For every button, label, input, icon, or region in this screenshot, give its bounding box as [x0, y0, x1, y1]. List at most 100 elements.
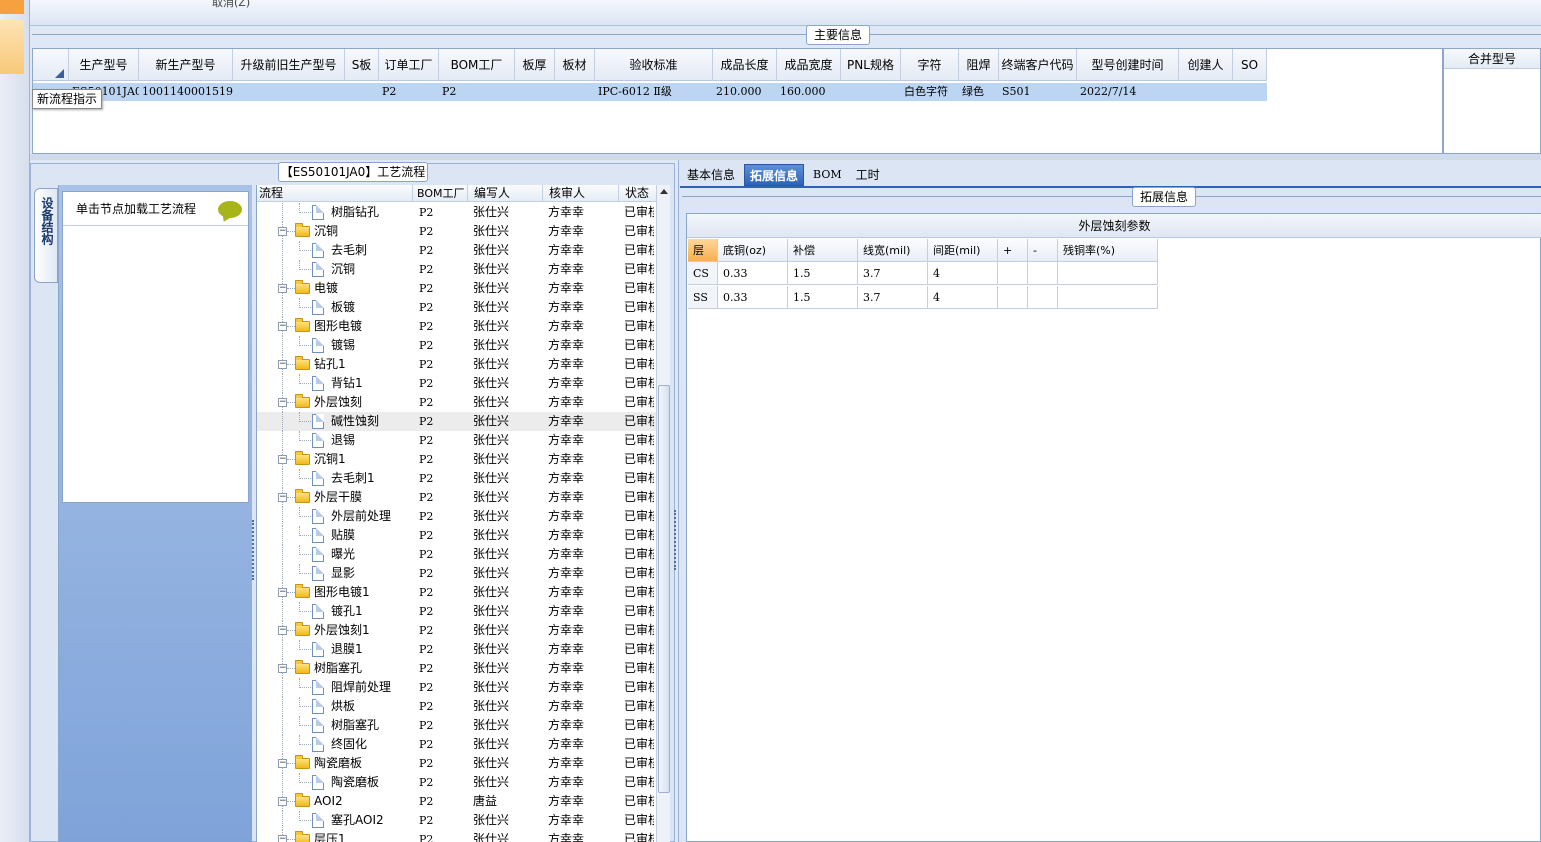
main-grid-column-header[interactable]: SO [1233, 49, 1267, 81]
main-grid-column-header[interactable]: 成品宽度 [777, 49, 841, 81]
main-grid-cell[interactable]: 10011400015196 [139, 83, 233, 101]
tree-row[interactable]: 树脂塞孔 P2 张仕兴 方幸幸 已审核 [257, 716, 656, 735]
tab-equipment-structure[interactable]: 设备结构 [34, 188, 58, 283]
ext-grid-column-header[interactable]: 间距(mil) [928, 239, 998, 262]
tree-node-label[interactable]: 树脂塞孔 [314, 659, 362, 678]
main-grid-cell[interactable] [345, 83, 379, 101]
tree-row[interactable]: 塞孔AOI2 P2 张仕兴 方幸幸 已审核 [257, 811, 656, 830]
ext-grid-column-header[interactable]: 残铜率(%) [1058, 239, 1158, 262]
tree-row[interactable]: − 电镀 P2 张仕兴 方幸幸 已审核 [257, 279, 656, 298]
tree-row[interactable]: 显影 P2 张仕兴 方幸幸 已审核 [257, 564, 656, 583]
main-grid-cell[interactable] [841, 83, 901, 101]
collapse-icon[interactable]: − [278, 284, 287, 293]
tree-row[interactable]: 外层前处理 P2 张仕兴 方幸幸 已审核 [257, 507, 656, 526]
tree-node-label[interactable]: 镀锡 [331, 336, 355, 355]
tree-node-label[interactable]: 显影 [331, 564, 355, 583]
tree-row[interactable]: − 沉铜1 P2 张仕兴 方幸幸 已审核 [257, 450, 656, 469]
main-grid-cell[interactable]: 绿色 [959, 83, 999, 101]
tree-node-label[interactable]: 沉铜 [314, 222, 338, 241]
tree-row[interactable]: − 树脂塞孔 P2 张仕兴 方幸幸 已审核 [257, 659, 656, 678]
tree-row[interactable]: 烘板 P2 张仕兴 方幸幸 已审核 [257, 697, 656, 716]
ext-grid-cell[interactable]: CS [688, 262, 718, 285]
tree-row[interactable]: 去毛刺1 P2 张仕兴 方幸幸 已审核 [257, 469, 656, 488]
ext-grid-column-header[interactable]: - [1028, 239, 1058, 262]
tree-node-label[interactable]: 外层前处理 [331, 507, 391, 526]
main-grid-row[interactable]: ES50101JA0 10011400015196 P2 P2 IPC-6012 Ⅱ级 2… [33, 83, 1267, 101]
tree-row[interactable]: 退锡 P2 张仕兴 方幸幸 已审核 [257, 431, 656, 450]
tree-node-label[interactable]: 层压1 [314, 830, 346, 842]
ext-grid-cell[interactable] [1058, 286, 1158, 309]
collapse-icon[interactable]: − [278, 322, 287, 331]
tree-node-label[interactable]: 树脂钻孔 [331, 203, 379, 222]
collapse-icon[interactable]: − [278, 455, 287, 464]
main-grid-column-header[interactable]: 终端客户代码 [999, 49, 1077, 81]
tree-row[interactable]: − 陶瓷磨板 P2 张仕兴 方幸幸 已审核 [257, 754, 656, 773]
tree-node-label[interactable]: 外层蚀刻1 [314, 621, 370, 640]
ext-grid-cell[interactable] [998, 286, 1028, 309]
main-grid-cell[interactable]: P2 [439, 83, 515, 101]
collapse-icon[interactable]: − [278, 398, 287, 407]
tree-row[interactable]: 阻焊前处理 P2 张仕兴 方幸幸 已审核 [257, 678, 656, 697]
tree-node-label[interactable]: 沉铜1 [314, 450, 346, 469]
tree-row[interactable]: 曝光 P2 张仕兴 方幸幸 已审核 [257, 545, 656, 564]
tree-row[interactable]: − 钻孔1 P2 张仕兴 方幸幸 已审核 [257, 355, 656, 374]
main-grid-column-header[interactable]: 成品长度 [713, 49, 777, 81]
tree-row[interactable]: − 图形电镀1 P2 张仕兴 方幸幸 已审核 [257, 583, 656, 602]
collapse-icon[interactable]: − [278, 493, 287, 502]
tree-header-reviewer[interactable]: 核审人 [543, 185, 619, 202]
tree-header-bom[interactable]: BOM工厂 [413, 185, 468, 202]
tree-node-label[interactable]: 烘板 [331, 697, 355, 716]
main-grid-cell[interactable]: IPC-6012 Ⅱ级 [595, 83, 713, 101]
main-grid-cell[interactable] [233, 83, 345, 101]
main-grid-cell[interactable]: 160.000 [777, 83, 841, 101]
tree-node-label[interactable]: 图形电镀1 [314, 583, 370, 602]
ext-grid-cell[interactable]: SS [688, 286, 718, 309]
tree-row[interactable]: − 图形电镀 P2 张仕兴 方幸幸 已审核 [257, 317, 656, 336]
tree-node-label[interactable]: 树脂塞孔 [331, 716, 379, 735]
ext-grid-cell[interactable]: 3.7 [858, 286, 928, 309]
tree-node-label[interactable]: 曝光 [331, 545, 355, 564]
main-grid-cell[interactable]: P2 [379, 83, 439, 101]
tree-node-label[interactable]: 陶瓷磨板 [314, 754, 362, 773]
tree-row[interactable]: − 外层蚀刻1 P2 张仕兴 方幸幸 已审核 [257, 621, 656, 640]
tree-node-label[interactable]: 图形电镀 [314, 317, 362, 336]
main-grid-cell[interactable]: 白色字符 [901, 83, 959, 101]
tree-node-label[interactable]: 沉铜 [331, 260, 355, 279]
ext-grid-column-header[interactable]: 补偿 [788, 239, 858, 262]
tree-row[interactable]: 陶瓷磨板 P2 张仕兴 方幸幸 已审核 [257, 773, 656, 792]
ext-grid-cell[interactable]: 0.33 [718, 262, 788, 285]
main-grid-column-header[interactable]: 验收标准 [595, 49, 713, 81]
tree-node-label[interactable]: 陶瓷磨板 [331, 773, 379, 792]
tree-header-status[interactable]: 状态 [619, 185, 656, 202]
tree-node-label[interactable]: 外层蚀刻 [314, 393, 362, 412]
ext-grid-column-header[interactable]: 层 [688, 239, 718, 262]
main-grid-column-header[interactable]: S板 [345, 49, 379, 81]
main-grid-column-header[interactable]: 字符 [901, 49, 959, 81]
ext-grid-column-header[interactable]: 线宽(mil) [858, 239, 928, 262]
ext-grid-cell[interactable] [1028, 286, 1058, 309]
tab-basic-info[interactable]: 基本信息 [682, 164, 740, 186]
main-grid-column-header[interactable]: 新生产型号 [139, 49, 233, 81]
nav-accent-active[interactable] [0, 20, 24, 74]
main-grid-cell[interactable]: 210.000 [713, 83, 777, 101]
tree-node-label[interactable]: 板镀 [331, 298, 355, 317]
collapse-icon[interactable]: − [278, 360, 287, 369]
splitter-grip-left[interactable] [252, 520, 254, 580]
ext-grid-cell[interactable]: 3.7 [858, 262, 928, 285]
tree-row[interactable]: 去毛刺 P2 张仕兴 方幸幸 已审核 [257, 241, 656, 260]
tab-extended-info[interactable]: 拓展信息 [744, 164, 805, 186]
tree-node-label[interactable]: 电镀 [314, 279, 338, 298]
tree-row[interactable]: − 外层干膜 P2 张仕兴 方幸幸 已审核 [257, 488, 656, 507]
tree-node-label[interactable]: 钻孔1 [314, 355, 346, 374]
tree-row[interactable]: 终固化 P2 张仕兴 方幸幸 已审核 [257, 735, 656, 754]
ext-grid-cell[interactable]: 0.33 [718, 286, 788, 309]
tree-row[interactable]: 镀锡 P2 张仕兴 方幸幸 已审核 [257, 336, 656, 355]
ext-grid-cell[interactable]: 4 [928, 286, 998, 309]
collapse-icon[interactable]: − [278, 626, 287, 635]
tree-scrollbar[interactable] [656, 185, 670, 842]
node-hint[interactable]: 单击节点加载工艺流程 [63, 192, 248, 226]
ext-grid-column-header[interactable]: 底铜(oz) [718, 239, 788, 262]
ext-grid-column-header[interactable]: + [998, 239, 1028, 262]
tree-row[interactable]: − 外层蚀刻 P2 张仕兴 方幸幸 已审核 [257, 393, 656, 412]
main-grid-column-header[interactable]: 板材 [555, 49, 595, 81]
